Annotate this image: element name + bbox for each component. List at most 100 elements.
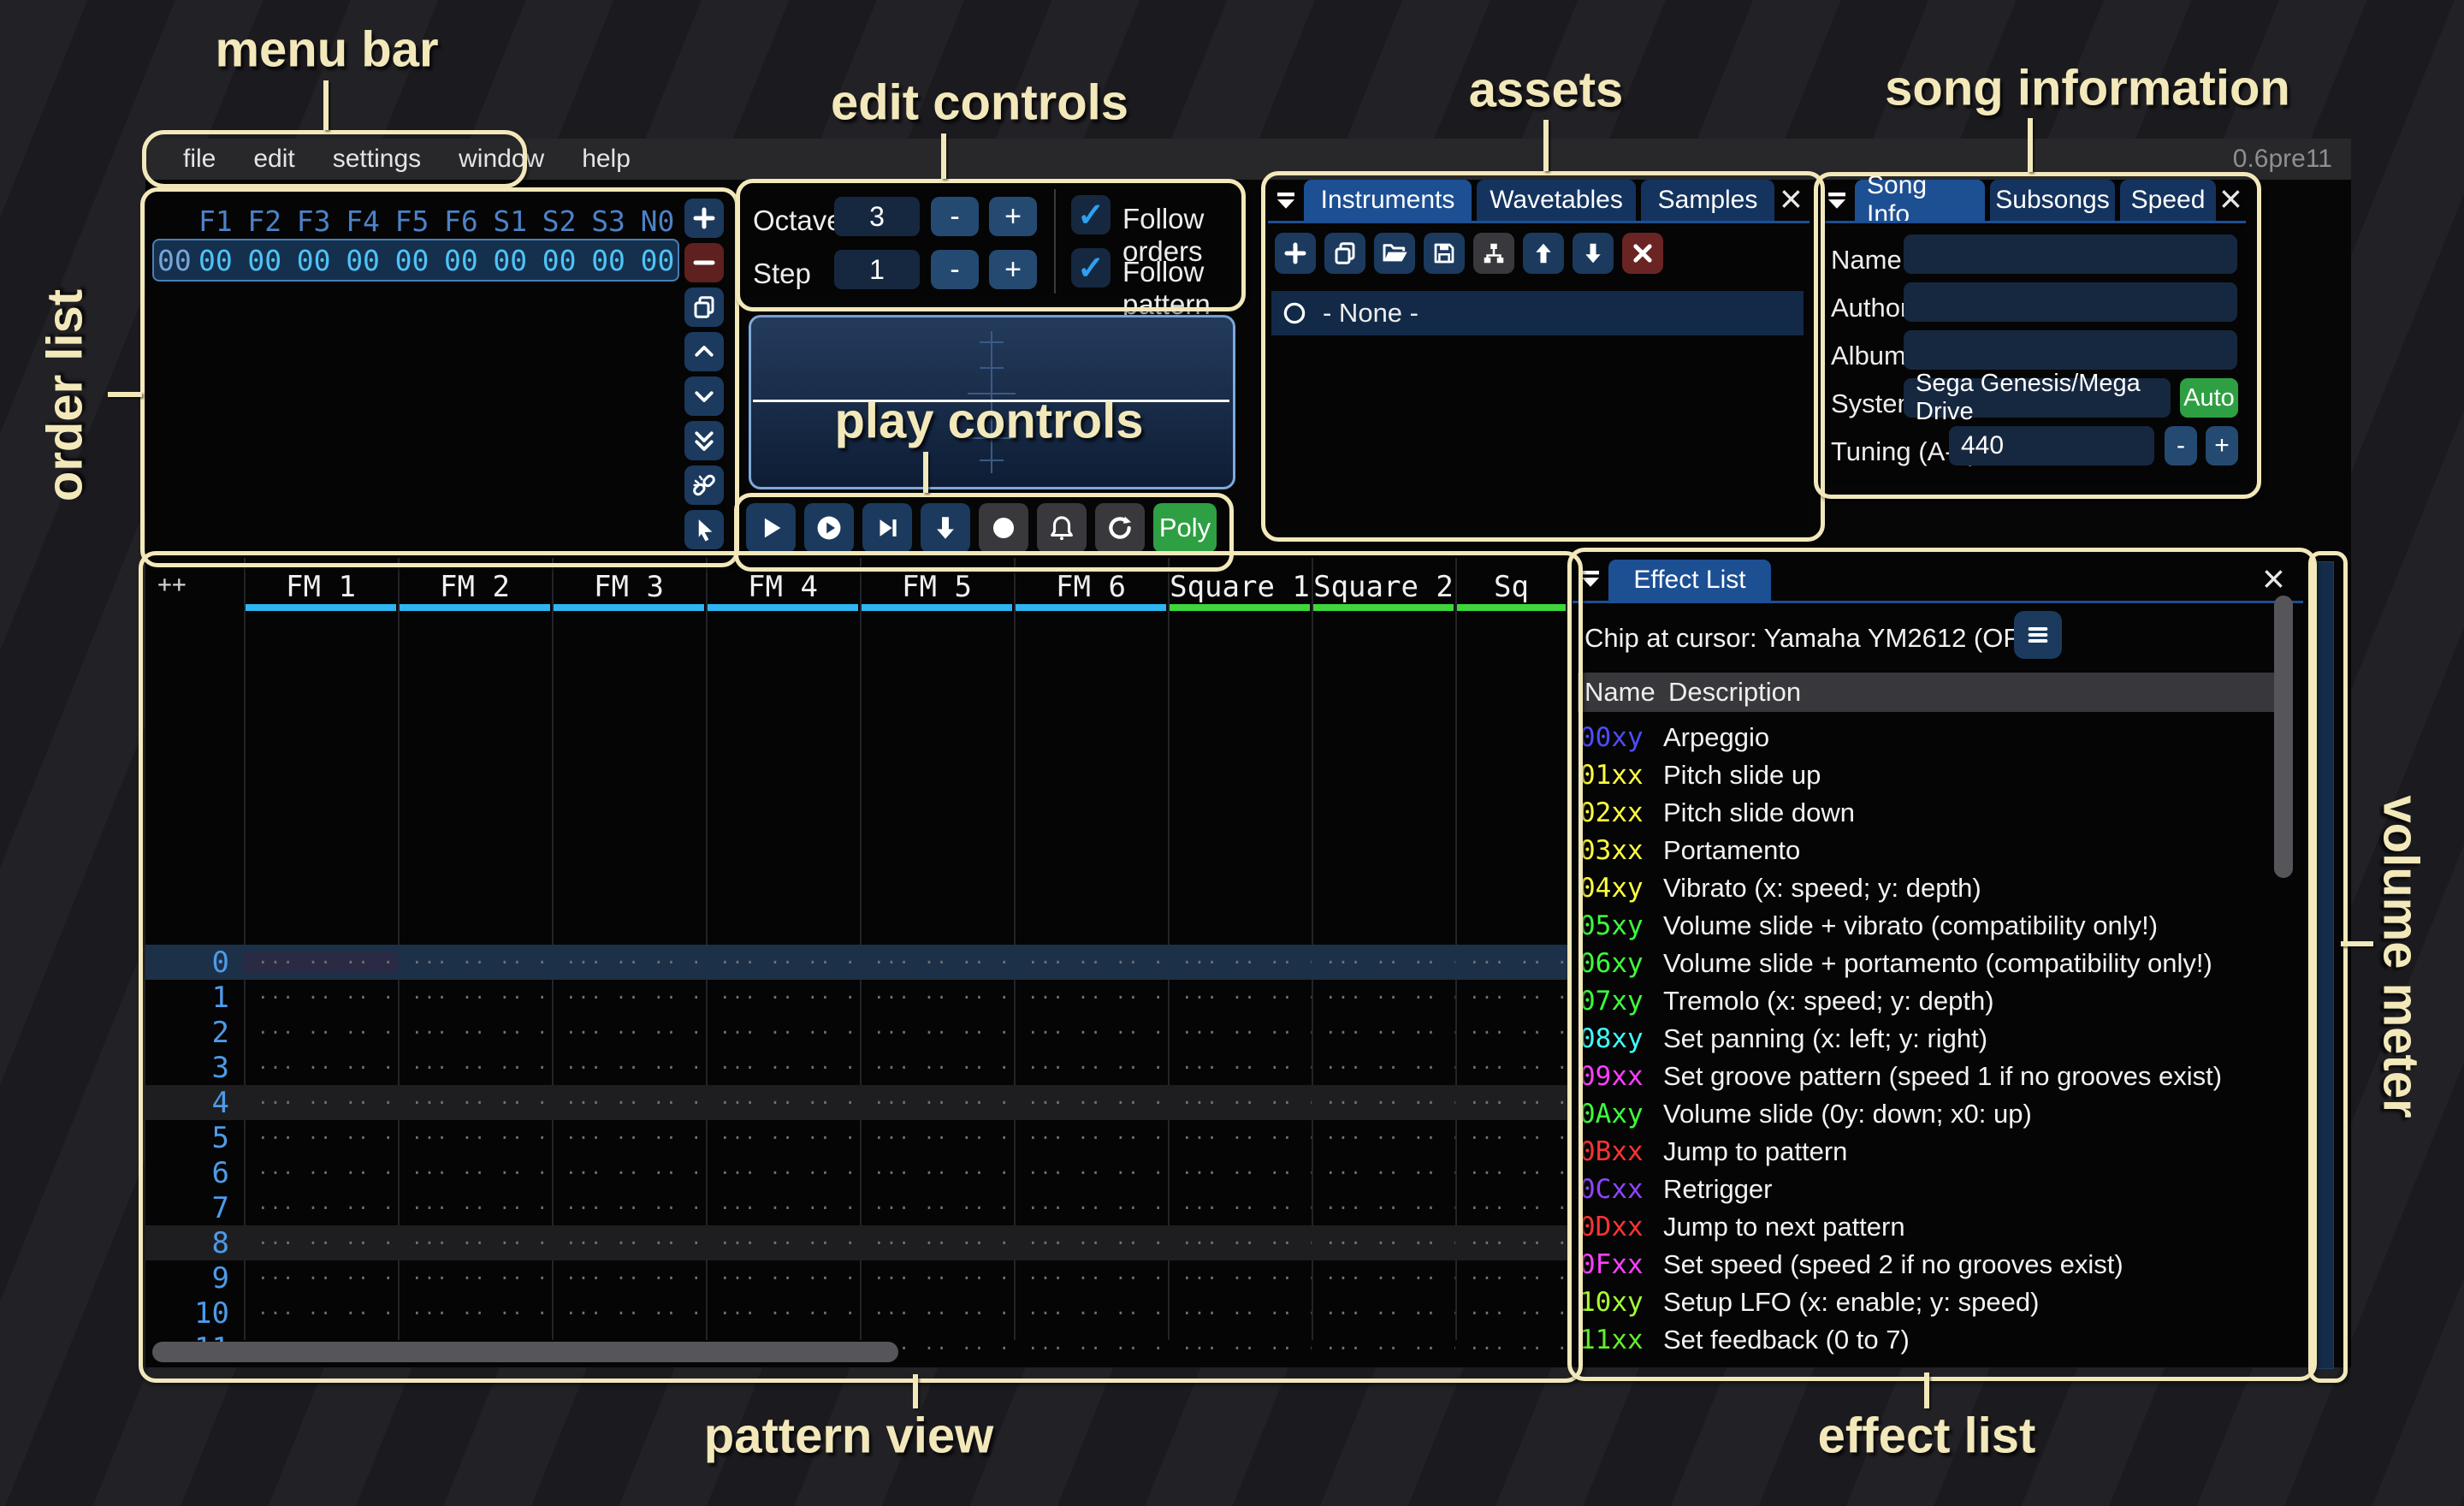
- pattern-cell[interactable]: ··· ·· ·· ····: [1312, 1268, 1455, 1289]
- pattern-cell[interactable]: ··· ·· ·· ····: [398, 1058, 552, 1078]
- pattern-cell[interactable]: ··· ·· ·· ····: [706, 1303, 860, 1324]
- pattern-cell[interactable]: ··· ·· ·· ····: [1168, 1093, 1312, 1113]
- pattern-cell[interactable]: ··· ·· ·· ····: [552, 987, 706, 1008]
- effect-row-01xx[interactable]: 01xxPitch slide up: [1579, 756, 2289, 794]
- pattern-cell[interactable]: ··· ·· ·· ····: [1014, 1058, 1168, 1078]
- effect-row-08xy[interactable]: 08xySet panning (x: left; y: right): [1579, 1020, 2289, 1058]
- pattern-cell[interactable]: ··· ·· ·· ····: [1014, 1128, 1168, 1148]
- pattern-cell[interactable]: ··· ·· ·· ····: [1168, 1233, 1312, 1254]
- menu-file[interactable]: file: [183, 145, 216, 174]
- order-cell[interactable]: 00: [444, 244, 478, 277]
- effect-row-02xx[interactable]: 02xxPitch slide down: [1579, 794, 2289, 832]
- pattern-cell[interactable]: ··· ·· ·· ····: [398, 1303, 552, 1324]
- pattern-cell[interactable]: ··· ·· ·· ····: [1168, 1023, 1312, 1043]
- pattern-cell[interactable]: ··· ·· ·· ····: [244, 1023, 398, 1043]
- pattern-row-9[interactable]: 9··· ·· ·· ······· ·· ·· ······· ·· ·· ·…: [145, 1260, 1567, 1296]
- octave-increase-button[interactable]: +: [989, 197, 1037, 236]
- instrument-duplicate-button[interactable]: [1324, 233, 1365, 274]
- follow-pattern-checkbox[interactable]: ✓: [1071, 248, 1111, 288]
- pattern-cell[interactable]: ··· ·· ·· ····: [706, 952, 860, 973]
- pattern-cell[interactable]: ··· ·· ·· ····: [1168, 1058, 1312, 1078]
- pattern-cell[interactable]: ··· ·· ·· ····: [1312, 1058, 1455, 1078]
- pattern-cell[interactable]: ··· ·· ·· ····: [706, 1268, 860, 1289]
- pattern-cell[interactable]: ··· ·· ·· ····: [552, 1058, 706, 1078]
- pattern-cell[interactable]: ··· ·· ·· ····: [398, 1128, 552, 1148]
- pattern-cell[interactable]: ··· ·· ·· ····: [1014, 952, 1168, 973]
- order-add-button[interactable]: [684, 199, 724, 238]
- effect-row-11xx[interactable]: 11xxSet feedback (0 to 7): [1579, 1321, 2289, 1359]
- pattern-cell[interactable]: ··· ·· ·· ····: [1014, 1163, 1168, 1183]
- stop-button[interactable]: [921, 503, 970, 553]
- order-duplicate-end-button[interactable]: [684, 421, 724, 460]
- pattern-cell[interactable]: ··· ·· ·· ····: [1455, 1198, 1567, 1218]
- order-cell[interactable]: 00: [395, 244, 429, 277]
- pattern-cell[interactable]: ··· ·· ·· ····: [1014, 1198, 1168, 1218]
- metronome-button[interactable]: [1037, 503, 1087, 553]
- pattern-cell[interactable]: ··· ·· ·· ····: [244, 1303, 398, 1324]
- pattern-cell[interactable]: ··· ·· ·· ····: [860, 987, 1014, 1008]
- instrument-move-down-button[interactable]: [1573, 233, 1614, 274]
- pattern-cell[interactable]: ··· ·· ·· ····: [398, 1233, 552, 1254]
- play-from-cursor-button[interactable]: [804, 503, 854, 553]
- pattern-cell[interactable]: ··· ·· ·· ····: [1455, 1023, 1567, 1043]
- pattern-cell[interactable]: ··· ·· ·· ····: [706, 1163, 860, 1183]
- effect-row-0fxx[interactable]: 0FxxSet speed (speed 2 if no grooves exi…: [1579, 1246, 2289, 1284]
- menu-help[interactable]: help: [582, 145, 631, 174]
- instrument-toggle-folders-button[interactable]: [1473, 233, 1514, 274]
- effect-row-04xy[interactable]: 04xyVibrato (x: speed; y: depth): [1579, 869, 2289, 907]
- pattern-cell[interactable]: ··· ·· ·· ····: [244, 1268, 398, 1289]
- order-move-down-button[interactable]: [684, 376, 724, 416]
- instrument-open-button[interactable]: [1374, 233, 1415, 274]
- pattern-cell[interactable]: ··· ·· ·· ····: [1014, 987, 1168, 1008]
- pattern-cell[interactable]: ··· ·· ·· ····: [860, 952, 1014, 973]
- auto-system-button[interactable]: Auto: [2180, 378, 2238, 418]
- tab-wavetables[interactable]: Wavetables: [1477, 180, 1636, 221]
- tab-effect-list[interactable]: Effect List: [1608, 560, 1771, 601]
- step-input[interactable]: 1: [834, 250, 920, 289]
- pattern-cell[interactable]: ··· ·· ·· ····: [706, 1023, 860, 1043]
- window-collapse-icon[interactable]: [1824, 188, 1850, 214]
- pattern-row-5[interactable]: 5··· ·· ·· ······· ·· ·· ······· ·· ·· ·…: [145, 1120, 1567, 1155]
- pattern-cell[interactable]: ··· ·· ·· ····: [1312, 987, 1455, 1008]
- close-icon[interactable]: ×: [1780, 181, 1803, 216]
- pattern-cell[interactable]: ··· ·· ·· ····: [860, 1268, 1014, 1289]
- pattern-cell[interactable]: ··· ·· ·· ····: [1168, 1198, 1312, 1218]
- pattern-cell[interactable]: ··· ·· ·· ····: [706, 987, 860, 1008]
- pattern-cell[interactable]: ··· ·· ·· ····: [1455, 952, 1567, 973]
- pattern-row-8[interactable]: 8··· ·· ·· ······· ·· ·· ······· ·· ·· ·…: [145, 1225, 1567, 1260]
- pattern-cell[interactable]: ··· ·· ·· ····: [706, 1128, 860, 1148]
- instrument-save-button[interactable]: [1424, 233, 1465, 274]
- window-collapse-icon[interactable]: [1578, 566, 1603, 592]
- pattern-cell[interactable]: ··· ·· ·· ····: [244, 1093, 398, 1113]
- pattern-cell[interactable]: ··· ·· ·· ····: [1312, 1163, 1455, 1183]
- pattern-cell[interactable]: ··· ·· ·· ····: [1312, 1338, 1455, 1359]
- follow-orders-checkbox[interactable]: ✓: [1071, 195, 1111, 234]
- effect-row-09xx[interactable]: 09xxSet groove pattern (speed 1 if no gr…: [1579, 1058, 2289, 1095]
- pattern-horizontal-scrollbar[interactable]: [152, 1342, 898, 1362]
- pattern-cell[interactable]: ··· ·· ·· ····: [398, 1163, 552, 1183]
- pattern-cell[interactable]: ··· ·· ·· ····: [1168, 1128, 1312, 1148]
- pattern-cell[interactable]: ··· ·· ·· ····: [1455, 1093, 1567, 1113]
- pattern-expand-button[interactable]: ++: [157, 570, 187, 598]
- tab-subsongs[interactable]: Subsongs: [1990, 180, 2115, 221]
- order-cell[interactable]: 00: [297, 244, 331, 277]
- pattern-cell[interactable]: ··· ·· ·· ····: [706, 1093, 860, 1113]
- pattern-cell[interactable]: ··· ·· ·· ····: [706, 1233, 860, 1254]
- effect-row-0dxx[interactable]: 0DxxJump to next pattern: [1579, 1208, 2289, 1246]
- pattern-cell[interactable]: ··· ·· ·· ····: [1312, 1303, 1455, 1324]
- effect-row-0bxx[interactable]: 0BxxJump to pattern: [1579, 1133, 2289, 1171]
- effect-list-menu-button[interactable]: [2014, 611, 2062, 659]
- order-move-up-button[interactable]: [684, 332, 724, 371]
- pattern-cell[interactable]: ··· ·· ·· ····: [398, 1023, 552, 1043]
- pattern-cell[interactable]: ··· ·· ·· ····: [244, 1128, 398, 1148]
- pattern-cell[interactable]: ··· ·· ·· ····: [1014, 1023, 1168, 1043]
- pattern-cell[interactable]: ··· ·· ·· ····: [1168, 987, 1312, 1008]
- pattern-cell[interactable]: ··· ·· ·· ····: [1455, 1303, 1567, 1324]
- album-input[interactable]: [1904, 330, 2237, 370]
- pattern-cell[interactable]: ··· ·· ·· ····: [552, 1268, 706, 1289]
- name-input[interactable]: [1904, 234, 2237, 274]
- pattern-cell[interactable]: ··· ·· ·· ····: [1455, 1128, 1567, 1148]
- pattern-cell[interactable]: ··· ·· ·· ····: [552, 1303, 706, 1324]
- pattern-cell[interactable]: ··· ·· ·· ····: [1168, 1163, 1312, 1183]
- effect-row-05xy[interactable]: 05xyVolume slide + vibrato (compatibilit…: [1579, 907, 2289, 945]
